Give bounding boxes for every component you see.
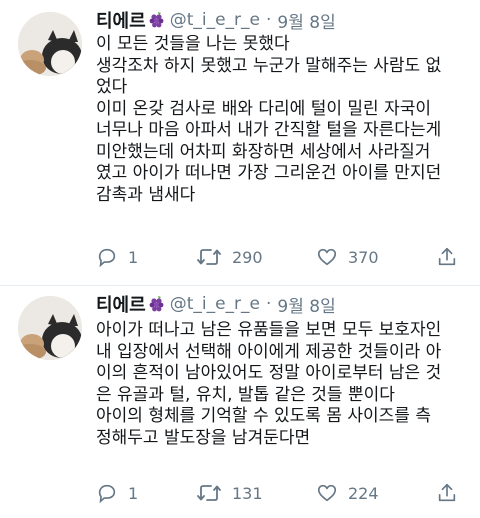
like-button[interactable]: 370 (316, 246, 379, 268)
share-button[interactable] (436, 246, 458, 268)
reply-icon (98, 248, 116, 268)
grapes-emoji (148, 11, 166, 29)
tweet-line: 아이가 떠나고 남은 유품들을 보면 모두 보호자인 (96, 320, 442, 340)
author-handle[interactable]: @t_i_e_r_e (170, 294, 260, 314)
tweet-line: 너무나 마음 아파서 내가 간직할 털을 자른다는게 (96, 120, 442, 140)
tweet-line: 생각조차 하지 못했고 누군가 말해주는 사람도 없 (96, 55, 442, 76)
retweet-button[interactable]: 290 (196, 246, 263, 268)
separator: · (265, 10, 272, 30)
tweet-text: 이 모든 것들을 나는 못했다 생각조차 하지 못했고 누군가 말해주는 사람도… (96, 34, 441, 206)
avatar[interactable] (18, 12, 82, 76)
tweet-line: 었다 (96, 77, 128, 97)
tweet-date[interactable]: 9월 8일 (277, 8, 335, 33)
tweet-line: 이미 온갖 검사로 배와 다리에 털이 밀린 자국이 (96, 98, 431, 119)
tweet-line: 미안했는데 어차피 화장하면 세상에서 사라질거 (96, 141, 431, 162)
reply-count: 1 (128, 247, 139, 267)
tweet-header: 티에르 @t_i_e_r_e · 9월 8일 (96, 7, 336, 33)
reply-button[interactable]: 1 (96, 482, 138, 504)
avatar[interactable] (18, 296, 82, 360)
grapes-emoji (148, 295, 166, 313)
share-icon (438, 483, 456, 502)
tweet-text: 아이가 떠나고 남은 유품들을 보면 모두 보호자인 내 입장에서 선택해 아이… (96, 320, 441, 449)
reply-button[interactable]: 1 (96, 246, 138, 268)
like-count: 224 (348, 483, 379, 503)
tweet-line: 아이의 형체를 기억할 수 있도록 몸 사이즈를 측 (96, 406, 431, 426)
like-count: 370 (348, 247, 379, 267)
share-button[interactable] (436, 482, 458, 504)
retweet-button[interactable]: 131 (196, 482, 263, 504)
reply-icon (98, 484, 116, 504)
retweet-count: 131 (232, 483, 263, 503)
tweet-date[interactable]: 9월 8일 (277, 292, 335, 317)
heart-icon (317, 484, 337, 502)
like-button[interactable]: 224 (316, 482, 379, 504)
author-name[interactable]: 티에르 (96, 291, 146, 317)
retweet-icon (197, 485, 221, 501)
author-handle[interactable]: @t_i_e_r_e (170, 10, 260, 30)
tweet-actions: 1 131 224 (96, 482, 466, 508)
tweet-line: 이의 흔적이 남아있어도 정말 아이로부터 남은 것 (96, 363, 442, 383)
retweet-icon (197, 249, 221, 265)
tweet-line: 감촉과 냄새다 (96, 184, 196, 205)
tweet-line: 내 입장에서 선택해 아이에게 제공한 것들이라 아 (96, 341, 442, 362)
tweet-actions: 1 290 370 (96, 246, 466, 272)
heart-icon (317, 248, 337, 266)
tweet-header: 티에르 @t_i_e_r_e · 9월 8일 (96, 291, 336, 317)
tweet-line: 은 유골과 털, 유치, 발톱 같은 것들 뿐이다 (96, 384, 395, 405)
tweet-line: 였고 아이가 떠나면 가장 그리운건 아이를 만지던 (96, 163, 442, 183)
tweet-line: 이 모든 것들을 나는 못했다 (96, 34, 290, 54)
reply-count: 1 (128, 483, 139, 503)
author-name[interactable]: 티에르 (96, 7, 146, 33)
tweet-divider (0, 285, 480, 286)
separator: · (265, 294, 272, 314)
share-icon (438, 247, 456, 266)
tweet-line: 정해두고 발도장을 남겨둔다면 (96, 427, 311, 448)
retweet-count: 290 (232, 247, 263, 267)
